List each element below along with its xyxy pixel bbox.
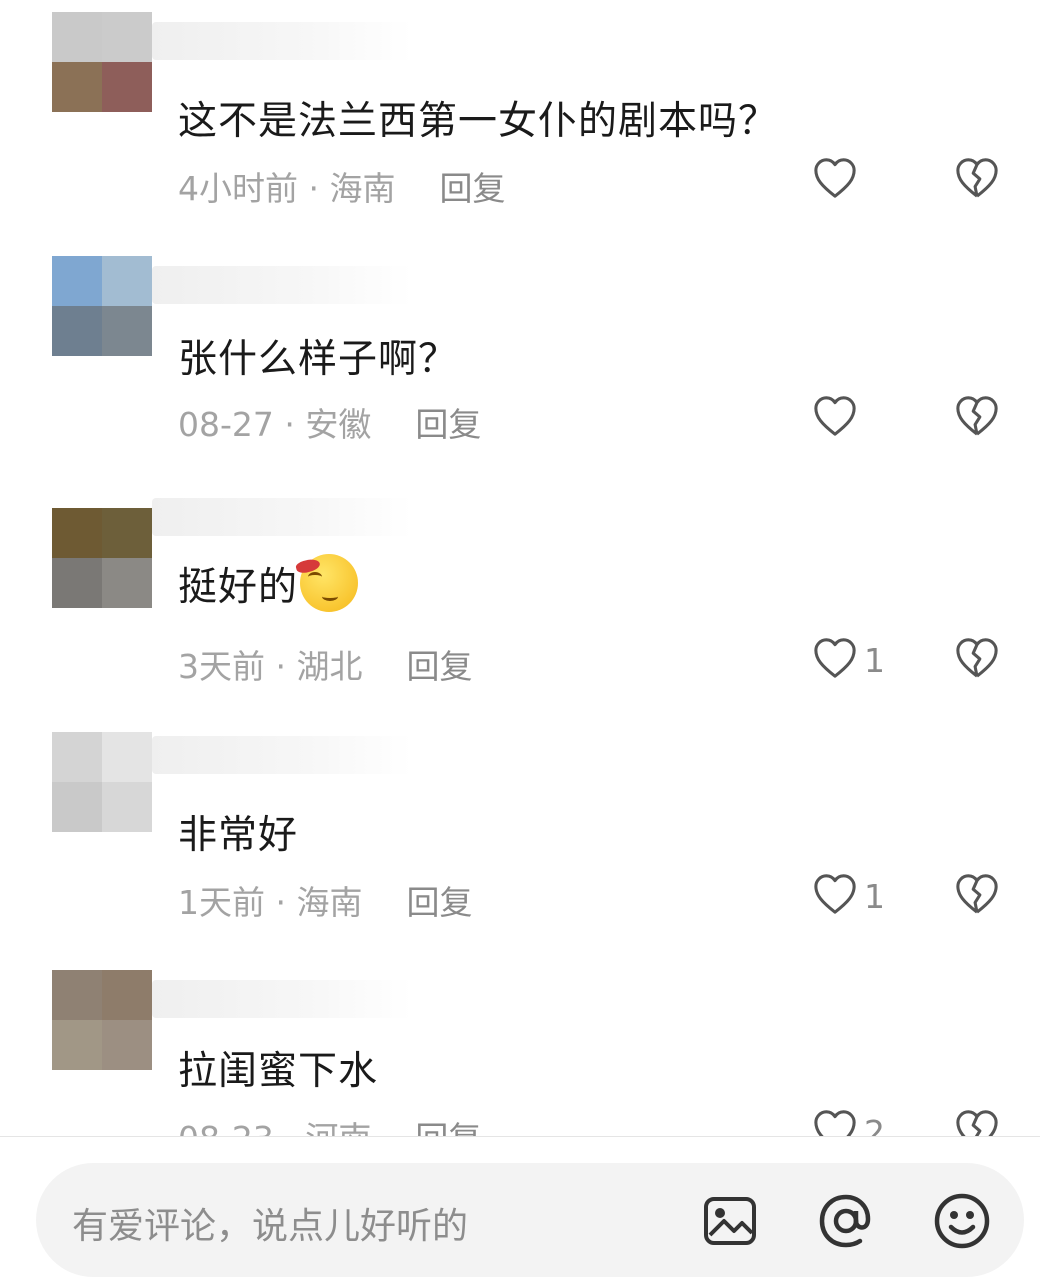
avatar-pixel	[52, 558, 102, 608]
avatar-pixel	[102, 256, 152, 306]
username-blurred[interactable]	[152, 736, 412, 774]
comment-time: 1天前	[178, 883, 265, 922]
comment-time: 3天前	[178, 647, 265, 686]
avatar-pixel	[102, 782, 152, 832]
avatar-pixel	[52, 782, 102, 832]
avatar-pixel	[52, 508, 102, 558]
like-button[interactable]	[812, 152, 932, 208]
like-button[interactable]: 1	[812, 632, 932, 688]
at-icon[interactable]	[814, 1189, 878, 1253]
reply-button[interactable]: 回复	[415, 405, 481, 444]
smirk-emoji-icon	[294, 554, 359, 612]
avatar-pixel	[52, 970, 102, 1020]
avatar-pixel	[102, 62, 152, 112]
comment-item: 挺好的 3天前 · 湖北 回复 1	[0, 488, 1040, 724]
comment-input[interactable]: 有爱评论，说点儿好听的	[36, 1163, 1024, 1277]
avatar-pixel	[102, 558, 152, 608]
comment-text: 拉闺蜜下水	[178, 1049, 379, 1094]
like-button[interactable]	[812, 390, 932, 446]
avatar[interactable]	[52, 12, 152, 112]
avatar-pixel	[102, 12, 152, 62]
dislike-button[interactable]	[954, 632, 1004, 688]
reply-button[interactable]: 回复	[406, 883, 472, 922]
comment-location: 安徽	[305, 405, 372, 444]
meta-separator: ·	[265, 883, 297, 922]
username-blurred[interactable]	[152, 498, 412, 536]
avatar-pixel	[102, 508, 152, 558]
broken-heart-icon	[954, 156, 1000, 204]
avatar-pixel	[52, 306, 102, 356]
username-blurred[interactable]	[152, 266, 412, 304]
comment-meta: 08-27 · 安徽 回复	[178, 398, 481, 446]
avatar-pixel	[52, 732, 102, 782]
avatar[interactable]	[52, 732, 152, 832]
broken-heart-icon	[954, 394, 1000, 442]
heart-outline-icon	[812, 636, 858, 684]
smiley-icon[interactable]	[930, 1189, 994, 1253]
avatar[interactable]	[52, 256, 152, 356]
meta-separator: ·	[298, 169, 330, 208]
comment-meta: 4小时前 · 海南 回复	[178, 162, 505, 210]
comment-location: 海南	[296, 883, 363, 922]
heart-outline-icon	[812, 156, 858, 204]
avatar[interactable]	[52, 970, 152, 1070]
comment-time: 08-27	[178, 405, 274, 444]
dislike-button[interactable]	[954, 868, 1004, 924]
comment-item: 张什么样子啊？ 08-27 · 安徽 回复	[0, 256, 1040, 492]
avatar-pixel	[52, 62, 102, 112]
broken-heart-icon	[954, 872, 1000, 920]
avatar-pixel	[102, 306, 152, 356]
username-blurred[interactable]	[152, 22, 412, 60]
broken-heart-icon	[954, 636, 1000, 684]
dislike-button[interactable]	[954, 152, 1004, 208]
heart-outline-icon	[812, 872, 858, 920]
avatar-pixel	[52, 12, 102, 62]
reply-button[interactable]: 回复	[406, 647, 472, 686]
reply-button[interactable]: 回复	[439, 169, 505, 208]
comment-text: 张什么样子啊？	[178, 337, 459, 382]
comment-time: 4小时前	[178, 169, 298, 208]
image-icon[interactable]	[698, 1189, 762, 1253]
like-button[interactable]: 1	[812, 868, 932, 924]
avatar-pixel	[102, 970, 152, 1020]
comment-text: 挺好的	[178, 554, 359, 612]
meta-separator: ·	[273, 405, 306, 444]
avatar[interactable]	[52, 508, 152, 608]
comment-text: 这不是法兰西第一女仆的剧本吗？	[178, 99, 779, 144]
meta-separator: ·	[265, 647, 297, 686]
avatar-pixel	[52, 1020, 102, 1070]
avatar-pixel	[102, 732, 152, 782]
comment-location: 湖北	[296, 647, 363, 686]
comment-input-placeholder: 有爱评论，说点儿好听的	[72, 1206, 469, 1247]
comment-input-bar: 有爱评论，说点儿好听的	[0, 1137, 1040, 1280]
like-count: 1	[864, 640, 885, 680]
comment-location: 海南	[329, 169, 396, 208]
comment-text: 非常好	[178, 813, 299, 858]
avatar-pixel	[52, 256, 102, 306]
heart-outline-icon	[812, 394, 858, 442]
comment-meta: 3天前 · 湖北 回复	[178, 640, 472, 688]
comment-item: 这不是法兰西第一女仆的剧本吗？ 4小时前 · 海南 回复	[0, 12, 1040, 248]
username-blurred[interactable]	[152, 980, 412, 1018]
dislike-button[interactable]	[954, 390, 1004, 446]
comment-meta: 1天前 · 海南 回复	[178, 876, 472, 924]
avatar-pixel	[102, 1020, 152, 1070]
comment-text-content: 挺好的	[178, 565, 299, 610]
comment-item: 非常好 1天前 · 海南 回复 1	[0, 726, 1040, 962]
like-count: 1	[864, 876, 885, 916]
